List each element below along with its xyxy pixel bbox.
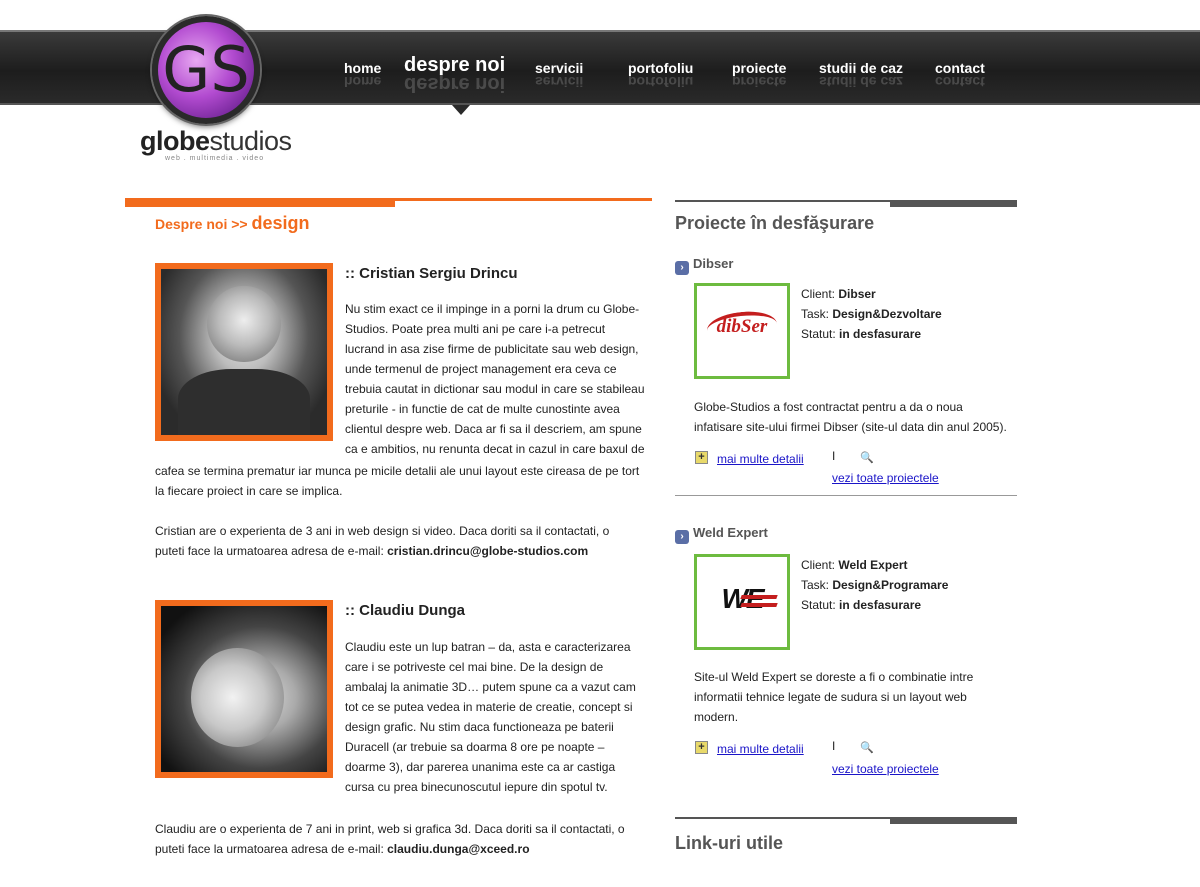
nav-proiecte[interactable]: proiecte proiecte bbox=[732, 60, 786, 90]
logo-wordmark-bold: globe bbox=[140, 126, 210, 156]
sidebar-links-title: Link-uri utile bbox=[675, 833, 783, 853]
logo-mark: GS bbox=[162, 33, 250, 106]
chevron-right-icon: › bbox=[675, 261, 689, 275]
separator: I bbox=[832, 449, 836, 463]
person-name: :: Cristian Sergiu Drincu bbox=[345, 265, 518, 282]
globe-studios-logo-icon[interactable]: GS bbox=[152, 16, 260, 124]
project-name[interactable]: › Weld Expert bbox=[675, 525, 768, 544]
breadcrumb-current: design bbox=[251, 213, 310, 233]
person-name: :: Claudiu Dunga bbox=[345, 602, 465, 619]
email-link[interactable]: claudiu.dunga@xceed.ro bbox=[387, 842, 529, 856]
project-meta: Client: Weld Expert Task: Design&Program… bbox=[801, 558, 949, 612]
person-photo-cristian bbox=[155, 263, 333, 441]
person-bio: Nu stim exact ce il impinge in a porni l… bbox=[345, 302, 645, 456]
project-name[interactable]: › Dibser bbox=[675, 256, 733, 275]
sidebar-title: Proiecte în desfăşurare bbox=[675, 213, 875, 233]
separator: I bbox=[832, 739, 836, 753]
person-photo-claudiu bbox=[155, 600, 333, 778]
nav-portofoliu[interactable]: portofoliu portofoliu bbox=[628, 60, 693, 90]
magnifier-icon[interactable]: 🔍 bbox=[860, 451, 874, 464]
project-description: Globe-Studios a fost contractat pentru a… bbox=[694, 400, 1007, 434]
project-meta: Client: Dibser Task: Design&Dezvoltare S… bbox=[801, 287, 942, 341]
project-logo-text: dibSer bbox=[716, 316, 768, 337]
logo-wordmark[interactable]: globestudios bbox=[140, 126, 292, 157]
more-details-link[interactable]: mai multe detalii bbox=[717, 742, 804, 756]
project-description: Site-ul Weld Expert se doreste a fi o co… bbox=[694, 670, 974, 724]
nav-despre-noi[interactable]: despre noi despre noi bbox=[404, 54, 505, 95]
project-thumbnail-weld-expert[interactable]: WE bbox=[694, 554, 790, 650]
logo-wordmark-light: studios bbox=[209, 126, 293, 156]
nav-servicii[interactable]: servicii servicii bbox=[535, 60, 583, 90]
more-details-link[interactable]: mai multe detalii bbox=[717, 452, 804, 466]
magnifier-icon[interactable]: 🔍 bbox=[860, 741, 874, 754]
nav-home[interactable]: home home bbox=[344, 60, 381, 90]
plus-icon[interactable]: + bbox=[695, 451, 708, 464]
all-projects-link[interactable]: vezi toate proiectele bbox=[832, 471, 939, 485]
plus-icon[interactable]: + bbox=[695, 741, 708, 754]
all-projects-link[interactable]: vezi toate proiectele bbox=[832, 762, 939, 776]
logo-tagline: web . multimedia . video bbox=[165, 155, 265, 162]
email-link[interactable]: cristian.drincu@globe-studios.com bbox=[387, 544, 588, 558]
person-contact: Cristian are o experienta de 3 ani in we… bbox=[155, 524, 610, 558]
project-divider bbox=[675, 495, 1017, 496]
active-nav-pointer-icon bbox=[452, 105, 470, 115]
breadcrumb-parent[interactable]: Despre noi >> bbox=[155, 216, 251, 232]
project-logo-text: WE bbox=[697, 583, 787, 615]
breadcrumb: Despre noi >> design bbox=[155, 213, 310, 234]
person-bio-continued: cafea se termina prematur iar munca pe m… bbox=[155, 464, 640, 498]
project-thumbnail-dibser[interactable]: dibSer bbox=[694, 283, 790, 379]
nav-contact[interactable]: contact contact bbox=[935, 60, 985, 90]
person-contact: Claudiu are o experienta de 7 ani in pri… bbox=[155, 822, 625, 856]
nav-studii-de-caz[interactable]: studii de caz studii de caz bbox=[819, 60, 903, 90]
chevron-right-icon: › bbox=[675, 530, 689, 544]
section-rule-accent bbox=[125, 201, 395, 207]
person-bio: Claudiu este un lup batran – da, asta e … bbox=[345, 640, 636, 794]
